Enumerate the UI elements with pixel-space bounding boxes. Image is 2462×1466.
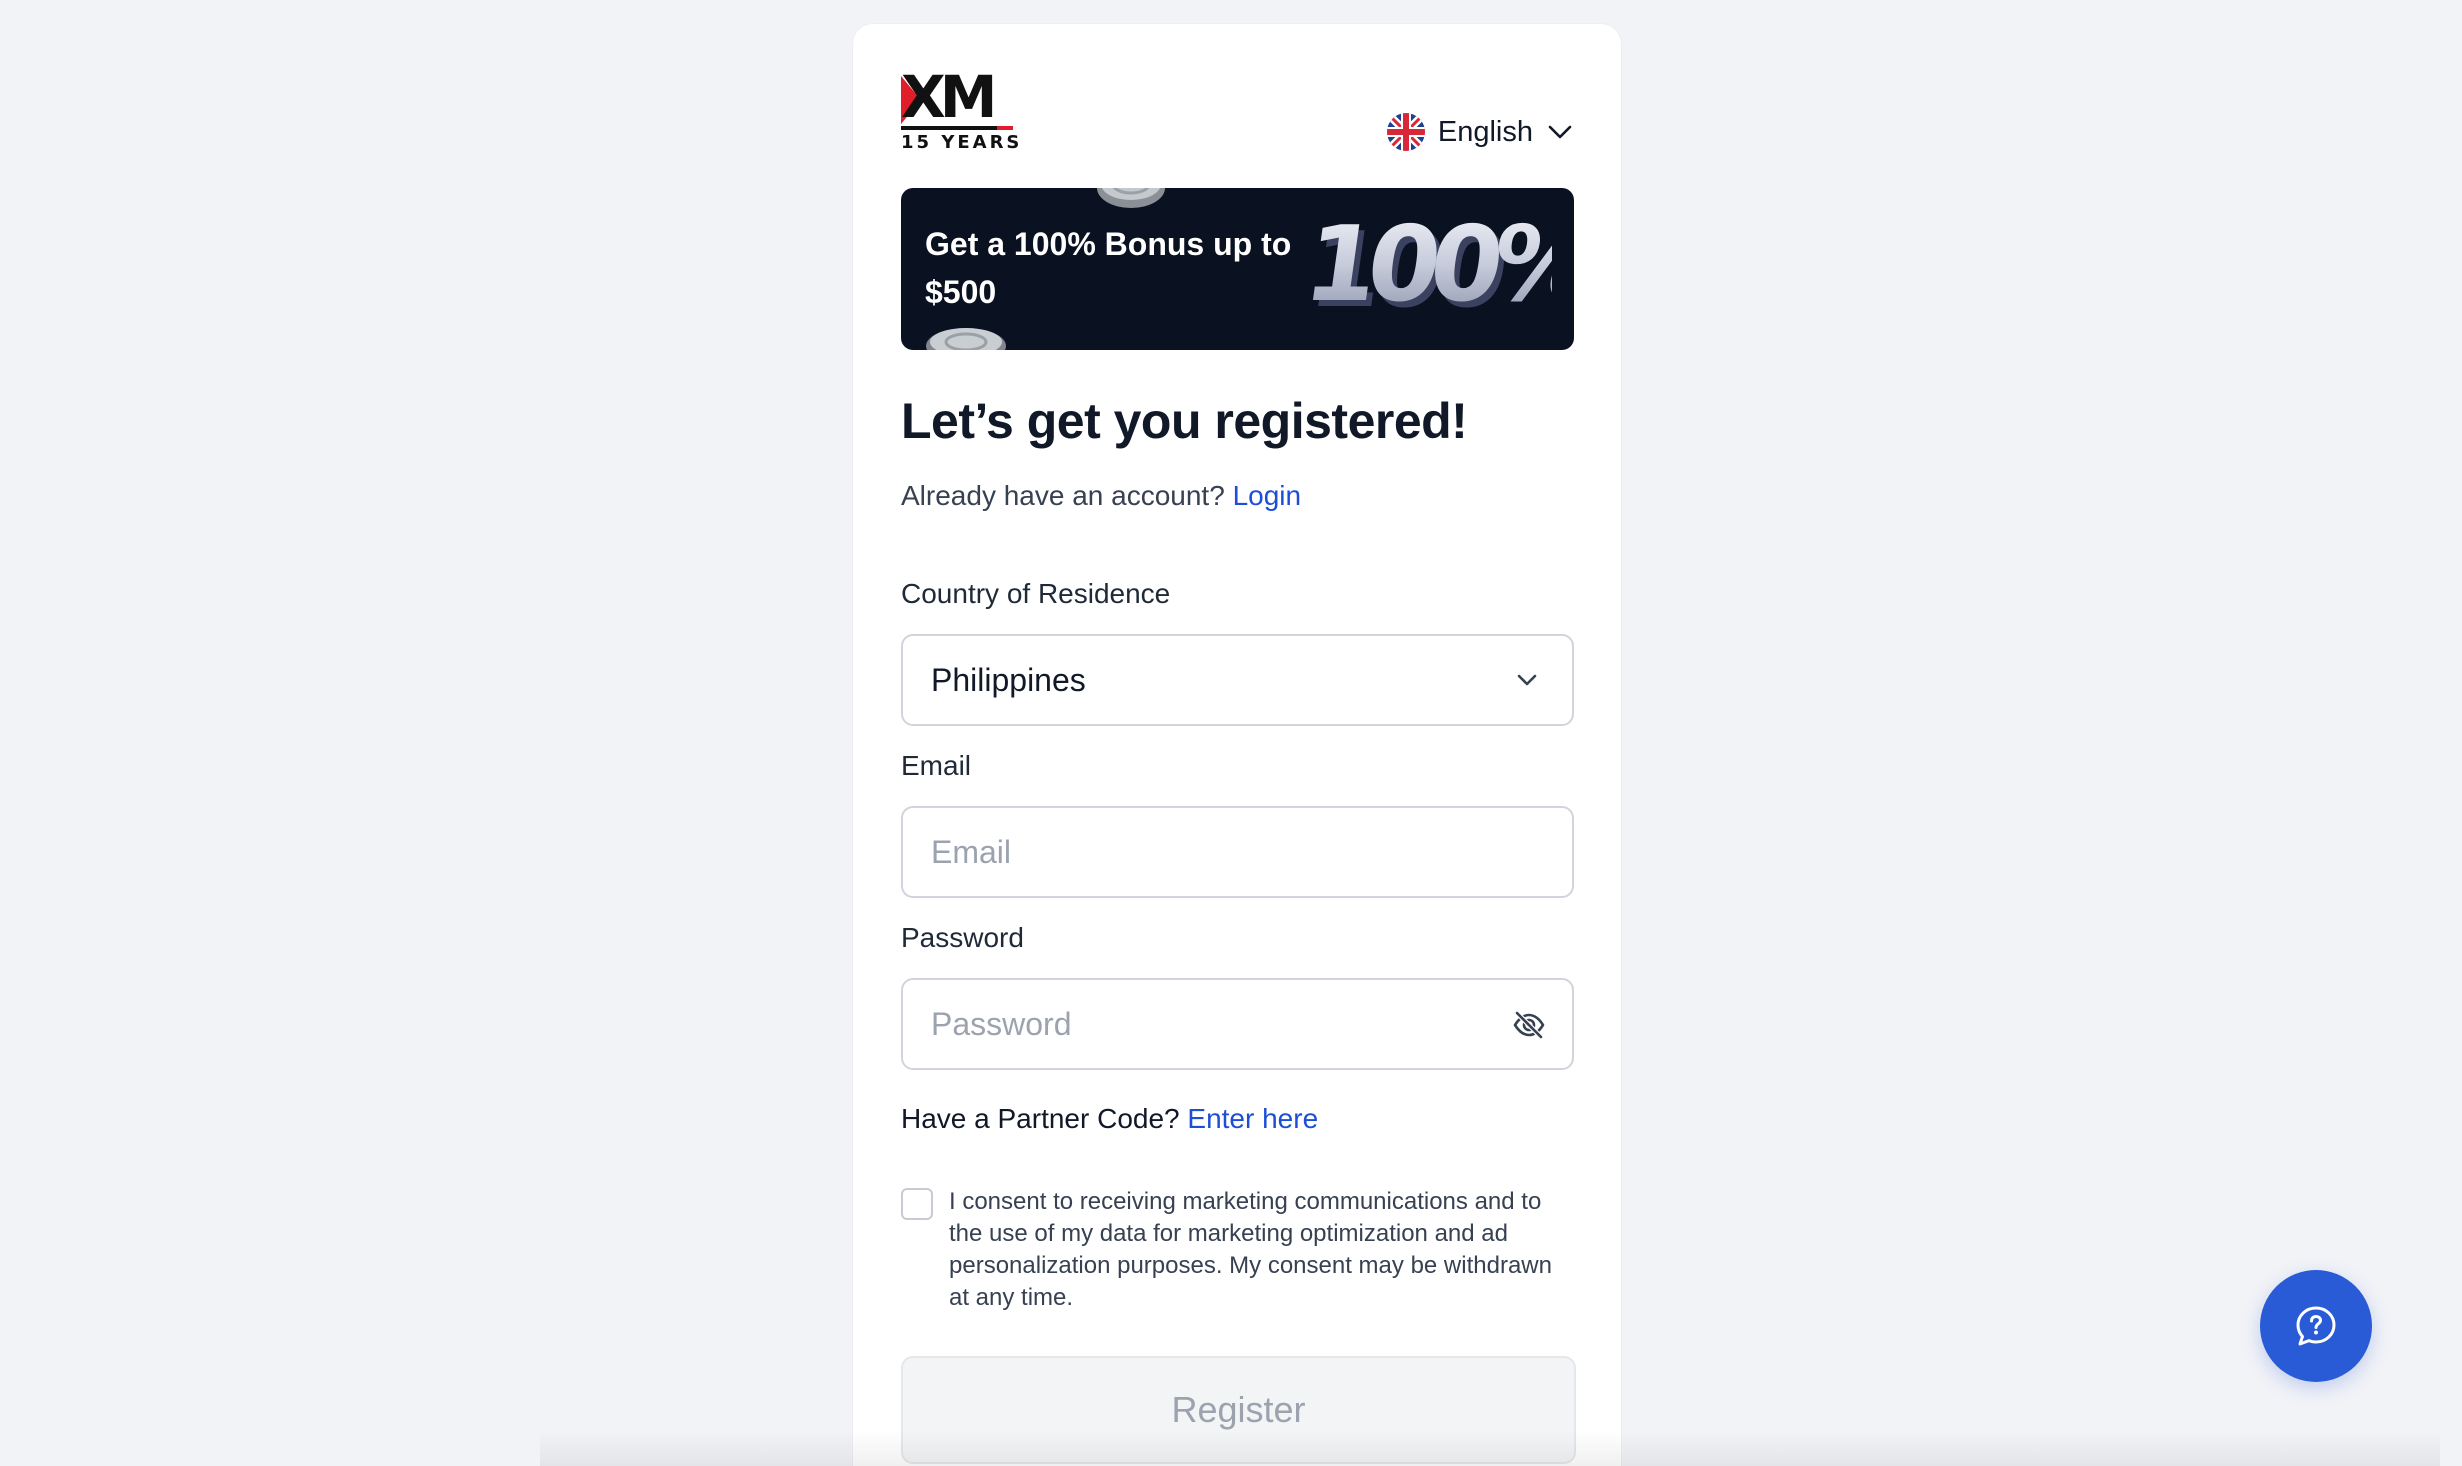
chevron-down-icon bbox=[1517, 674, 1537, 686]
help-button[interactable] bbox=[2260, 1270, 2372, 1382]
xm-logo[interactable]: XM 15 YEARS bbox=[901, 63, 1023, 153]
country-value: Philippines bbox=[931, 661, 1086, 698]
login-link[interactable]: Login bbox=[1233, 480, 1302, 511]
partner-code-prompt: Have a Partner Code? Enter here bbox=[901, 1103, 1318, 1135]
uk-flag-icon bbox=[1386, 113, 1425, 151]
password-field-container bbox=[901, 978, 1574, 1070]
email-label: Email bbox=[901, 750, 972, 781]
chevron-down-icon bbox=[1548, 125, 1572, 139]
banner-graphic-text: 100% bbox=[1312, 206, 1552, 325]
login-prompt-text: Already have an account? bbox=[901, 480, 1225, 511]
bonus-banner[interactable]: Get a 100% Bonus up to $500 100 100% bbox=[901, 188, 1574, 350]
registration-card: XM 15 YEARS English Get a 100% Bonus up … bbox=[853, 24, 1621, 1466]
coin-decoration-icon bbox=[926, 328, 1006, 350]
page-title: Let’s get you registered! bbox=[901, 393, 1468, 449]
consent-row: I consent to receiving marketing communi… bbox=[901, 1186, 1575, 1314]
consent-checkbox[interactable] bbox=[901, 1188, 933, 1220]
help-chat-icon bbox=[2296, 1306, 2336, 1346]
banner-headline: Get a 100% Bonus up to $500 bbox=[925, 226, 1292, 310]
login-prompt: Already have an account? Login bbox=[901, 480, 1301, 512]
partner-code-link[interactable]: Enter here bbox=[1187, 1103, 1318, 1134]
email-field[interactable] bbox=[931, 833, 1491, 871]
language-selector[interactable]: English bbox=[1386, 112, 1575, 152]
hundred-percent-graphic: 100 100% bbox=[1312, 206, 1552, 326]
register-button[interactable]: Register bbox=[901, 1356, 1576, 1464]
page: XM 15 YEARS English Get a 100% Bonus up … bbox=[0, 0, 2462, 1466]
card-header: XM 15 YEARS English bbox=[901, 63, 1575, 174]
logo-subtext: 15 YEARS bbox=[901, 132, 1023, 153]
partner-prompt-text: Have a Partner Code? bbox=[901, 1103, 1180, 1134]
email-field-container bbox=[901, 806, 1574, 898]
password-field[interactable] bbox=[931, 1005, 1491, 1043]
logo-underline-accent bbox=[997, 126, 1013, 130]
logo-text: XM bbox=[901, 63, 997, 131]
country-label: Country of Residence bbox=[901, 578, 1171, 609]
eye-off-icon[interactable] bbox=[1512, 1008, 1546, 1042]
password-label: Password bbox=[901, 922, 1024, 953]
language-label: English bbox=[1437, 115, 1533, 148]
coin-decoration-icon bbox=[1097, 188, 1165, 208]
consent-text: I consent to receiving marketing communi… bbox=[949, 1188, 1552, 1311]
country-select[interactable]: Philippines bbox=[901, 634, 1574, 726]
